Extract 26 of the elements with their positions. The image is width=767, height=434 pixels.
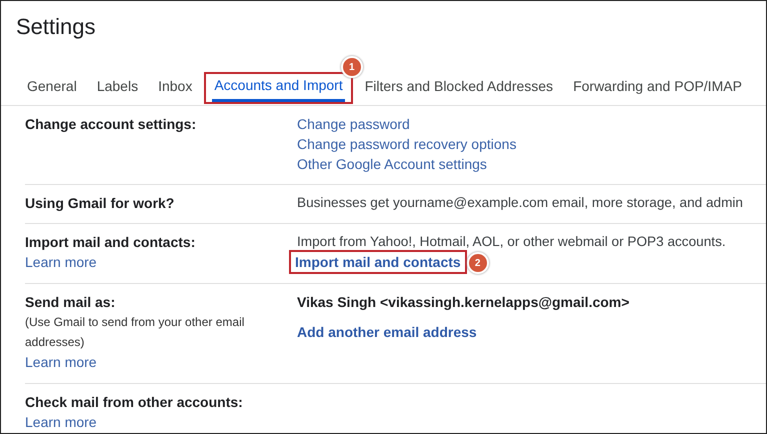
step-badge: 2 [466, 252, 489, 274]
account-address: Vikas Singh <vikassingh.kernelapps@gmail.com> [297, 293, 630, 312]
settings-tab[interactable]: Filters and Blocked Addresses [362, 69, 556, 105]
settings-tab[interactable]: Forwarding and POP/IMAP [571, 69, 744, 105]
description-text: Import from Yahoo!, Hotmail, AOL, or other webmail or POP3 accounts. [297, 233, 726, 251]
description-text: Businesses get yourname@example.com email, more storage, and admin [297, 194, 743, 212]
settings-tab[interactable]: General [25, 69, 79, 105]
settings-link[interactable]: Other Google Account settings [297, 154, 487, 174]
step-badge: 1 [340, 56, 363, 78]
action-link[interactable]: Add another email address [297, 322, 477, 342]
page-title: Settings [15, 13, 96, 41]
settings-link[interactable]: Change password recovery options [297, 134, 516, 154]
settings-tab[interactable]: Inbox [156, 69, 194, 105]
settings-tab[interactable]: Accounts and Import [212, 70, 345, 102]
section-label: Check mail from other accounts: [25, 393, 244, 412]
action-link[interactable]: Import mail and contacts [295, 252, 461, 272]
section-label: Change account settings: [25, 115, 198, 134]
learn-more-link[interactable]: Learn more [25, 252, 297, 273]
learn-more-link[interactable]: Learn more [25, 412, 297, 433]
section-label: Using Gmail for work? [25, 194, 176, 213]
section-label: Import mail and contacts: [25, 233, 196, 252]
learn-more-link[interactable]: Learn more [25, 352, 297, 373]
section-note: (Use Gmail to send from your other email addresses) [25, 314, 246, 351]
section-label: Send mail as: [25, 293, 116, 312]
settings-link[interactable]: Change password [297, 114, 410, 134]
settings-tab[interactable]: Labels [94, 69, 140, 105]
